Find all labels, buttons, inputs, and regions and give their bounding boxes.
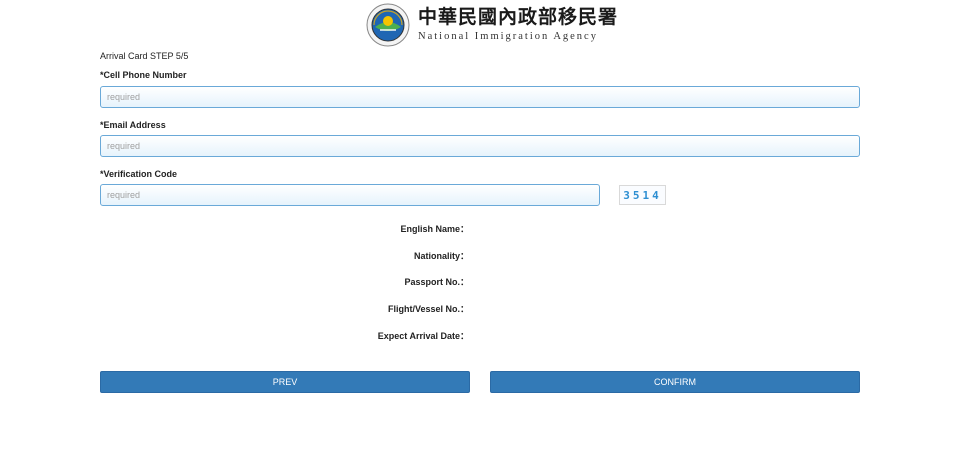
summary-label: Flight/Vessel No.： [387, 304, 469, 314]
email-input[interactable] [100, 135, 860, 157]
prev-button[interactable]: PREV [100, 371, 470, 393]
captcha-image[interactable]: 3514 [619, 185, 666, 205]
summary-row-expect-arrival-date: Expect Arrival Date： [300, 329, 600, 343]
verification-code-label: *Verification Code [100, 169, 178, 179]
confirm-button[interactable]: CONFIRM [490, 371, 860, 393]
site-header: 中華民國內政部移民署 National Immigration Agency [366, 2, 618, 48]
summary-row-passport-no: Passport No.： [300, 275, 600, 289]
national-immigration-agency-seal-icon [366, 3, 410, 47]
summary-row-english-name: English Name： [300, 222, 600, 236]
summary-label: English Name： [400, 224, 469, 234]
arrival-card-page: 中華民國內政部移民署 National Immigration Agency A… [0, 0, 960, 456]
step-indicator: Arrival Card STEP 5/5 [100, 51, 189, 61]
email-label: *Email Address [100, 120, 166, 130]
cell-phone-label: *Cell Phone Number [100, 70, 187, 80]
verification-code-input[interactable] [100, 184, 600, 206]
summary-row-nationality: Nationality： [300, 249, 600, 263]
summary-row-flight-vessel-no: Flight/Vessel No.： [300, 302, 600, 316]
agency-name-chinese: 中華民國內政部移民署 [418, 6, 619, 28]
summary-label: Passport No.： [404, 277, 469, 287]
summary-label: Nationality： [413, 251, 469, 261]
agency-brand: 中華民國內政部移民署 National Immigration Agency [418, 6, 618, 44]
summary-label: Expect Arrival Date： [377, 331, 469, 341]
cell-phone-input[interactable] [100, 86, 860, 108]
agency-name-english: National Immigration Agency [418, 31, 598, 42]
